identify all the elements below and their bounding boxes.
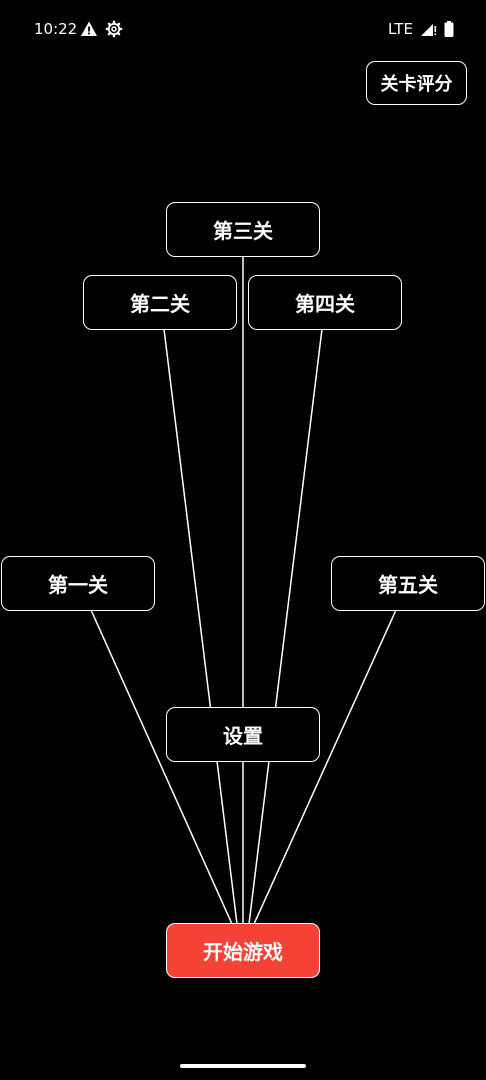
connector-level-2 bbox=[163, 328, 238, 925]
settings-button[interactable]: 设置 bbox=[166, 707, 320, 762]
level-connector-lines bbox=[90, 257, 397, 925]
connector-level-5 bbox=[253, 609, 397, 925]
level-5-button[interactable]: 第五关 bbox=[331, 556, 485, 611]
start-game-button[interactable]: 开始游戏 bbox=[166, 923, 320, 978]
level-4-button[interactable]: 第四关 bbox=[248, 275, 402, 330]
connector-level-4 bbox=[248, 328, 323, 925]
level-1-button[interactable]: 第一关 bbox=[1, 556, 155, 611]
connector-level-1 bbox=[90, 609, 233, 925]
home-indicator[interactable] bbox=[180, 1064, 306, 1068]
level-3-button[interactable]: 第三关 bbox=[166, 202, 320, 257]
level-2-button[interactable]: 第二关 bbox=[83, 275, 237, 330]
